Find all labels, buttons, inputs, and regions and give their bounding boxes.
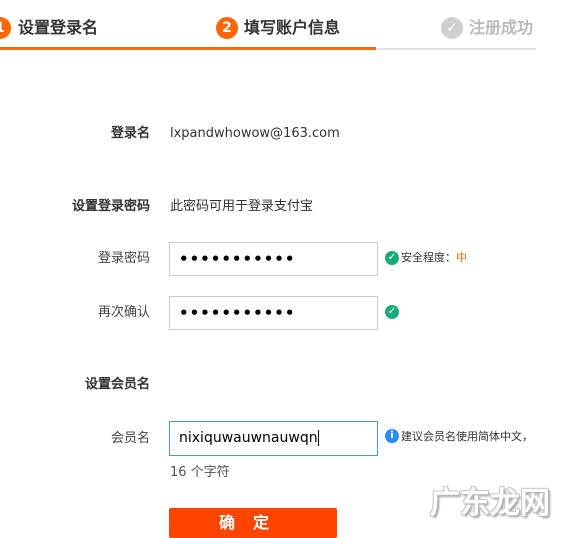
check-circle-icon: ✓ xyxy=(385,251,399,265)
step-1-label: 设置登录名 xyxy=(18,18,99,37)
password-label: 登录密码 xyxy=(97,251,150,266)
password-section-title: 设置登录密码 xyxy=(71,199,150,214)
member-name-hint: 建议会员名使用简体中文， xyxy=(401,430,533,443)
watermark-logo: 广东龙网 xyxy=(430,486,550,521)
password-strength-value: 中 xyxy=(456,251,467,264)
step-3-label: 注册成功 xyxy=(469,18,534,37)
member-name-value: nixiquwauwnauwqn xyxy=(179,430,318,446)
step-2-label: 填写账户信息 xyxy=(244,18,341,37)
step-2-number: 2 xyxy=(216,17,238,39)
check-circle-icon: ✓ xyxy=(385,305,399,319)
login-name-label: 登录名 xyxy=(110,126,150,141)
progress-completed-line xyxy=(0,47,376,50)
login-name-value: lxpandwhowow@163.com xyxy=(170,126,340,141)
step-1-number: 1 xyxy=(0,17,11,39)
member-name-char-count: 16 个字符 xyxy=(170,465,230,480)
member-section-title: 设置会员名 xyxy=(84,377,150,392)
progress-remaining-line xyxy=(376,48,536,50)
confirm-button[interactable]: 确定 xyxy=(169,508,337,538)
confirm-password-field[interactable]: ••••••••••• xyxy=(169,296,378,330)
password-section-note: 此密码可用于登录支付宝 xyxy=(170,199,314,214)
member-name-label: 会员名 xyxy=(110,431,150,446)
step-progress-bar: 1 设置登录名 2 填写账户信息 ✓ 注册成功 xyxy=(0,0,567,52)
step-3-check-icon: ✓ xyxy=(441,17,463,39)
password-strength-label: 安全程度： xyxy=(401,251,456,264)
info-icon: i xyxy=(385,429,399,443)
password-field[interactable]: ••••••••••• xyxy=(169,242,378,276)
text-cursor xyxy=(317,430,319,446)
member-name-field[interactable]: nixiquwauwnauwqn xyxy=(169,421,378,456)
confirm-password-label: 再次确认 xyxy=(97,305,150,320)
password-strength: 安全程度：中 xyxy=(401,251,467,265)
